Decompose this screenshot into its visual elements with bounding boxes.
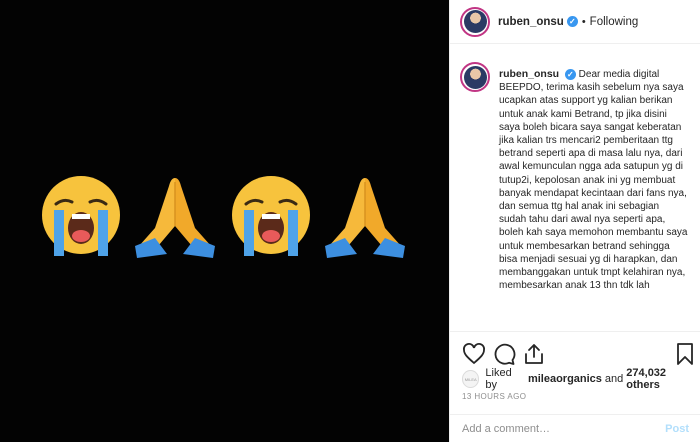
likes-count[interactable]: 274,032 others	[626, 367, 700, 391]
likes-summary: MILEA Liked by mileaorganics and 274,032…	[462, 367, 700, 391]
avatar[interactable]	[460, 6, 490, 37]
emoji-row	[0, 170, 449, 260]
liker-username[interactable]: mileaorganics	[528, 373, 602, 385]
folded-hands-icon	[130, 170, 220, 260]
folded-hands-icon	[320, 170, 410, 260]
bookmark-icon[interactable]	[673, 342, 697, 366]
verified-badge-icon: ✓	[564, 69, 576, 80]
comment-input[interactable]	[462, 422, 666, 435]
post-side-panel: ruben_onsu ✓ • Following ruben_onsu ✓ De…	[449, 0, 700, 442]
crying-face-icon	[226, 170, 316, 260]
verified-badge-icon: ✓	[566, 16, 578, 27]
post-timestamp[interactable]: 13 HOURS AGO	[462, 392, 526, 401]
likes-conjunction: and	[604, 373, 624, 385]
separator-dot: •	[581, 15, 586, 28]
liked-by-label: Liked by	[485, 367, 512, 391]
share-icon[interactable]	[522, 342, 546, 366]
post-header: ruben_onsu ✓ • Following	[450, 0, 700, 44]
following-button[interactable]: Following	[590, 16, 639, 28]
crying-face-icon	[36, 170, 126, 260]
post-comment-button[interactable]: Post	[665, 423, 689, 435]
caption-text-block: ruben_onsu ✓ Dear media digital BEEPDO, …	[499, 58, 689, 330]
caption-body: Dear media digital BEEPDO, terima kasih …	[499, 69, 688, 292]
liker-avatar[interactable]: MILEA	[462, 370, 480, 388]
post-media[interactable]	[0, 0, 449, 442]
caption-username[interactable]: ruben_onsu	[499, 68, 559, 80]
comment-icon[interactable]	[492, 342, 516, 366]
heart-icon[interactable]	[462, 342, 486, 366]
header-username[interactable]: ruben_onsu	[498, 16, 564, 28]
comment-bar: Post	[450, 414, 700, 442]
caption-avatar[interactable]	[460, 62, 490, 92]
caption: ruben_onsu ✓ Dear media digital BEEPDO, …	[450, 58, 700, 330]
